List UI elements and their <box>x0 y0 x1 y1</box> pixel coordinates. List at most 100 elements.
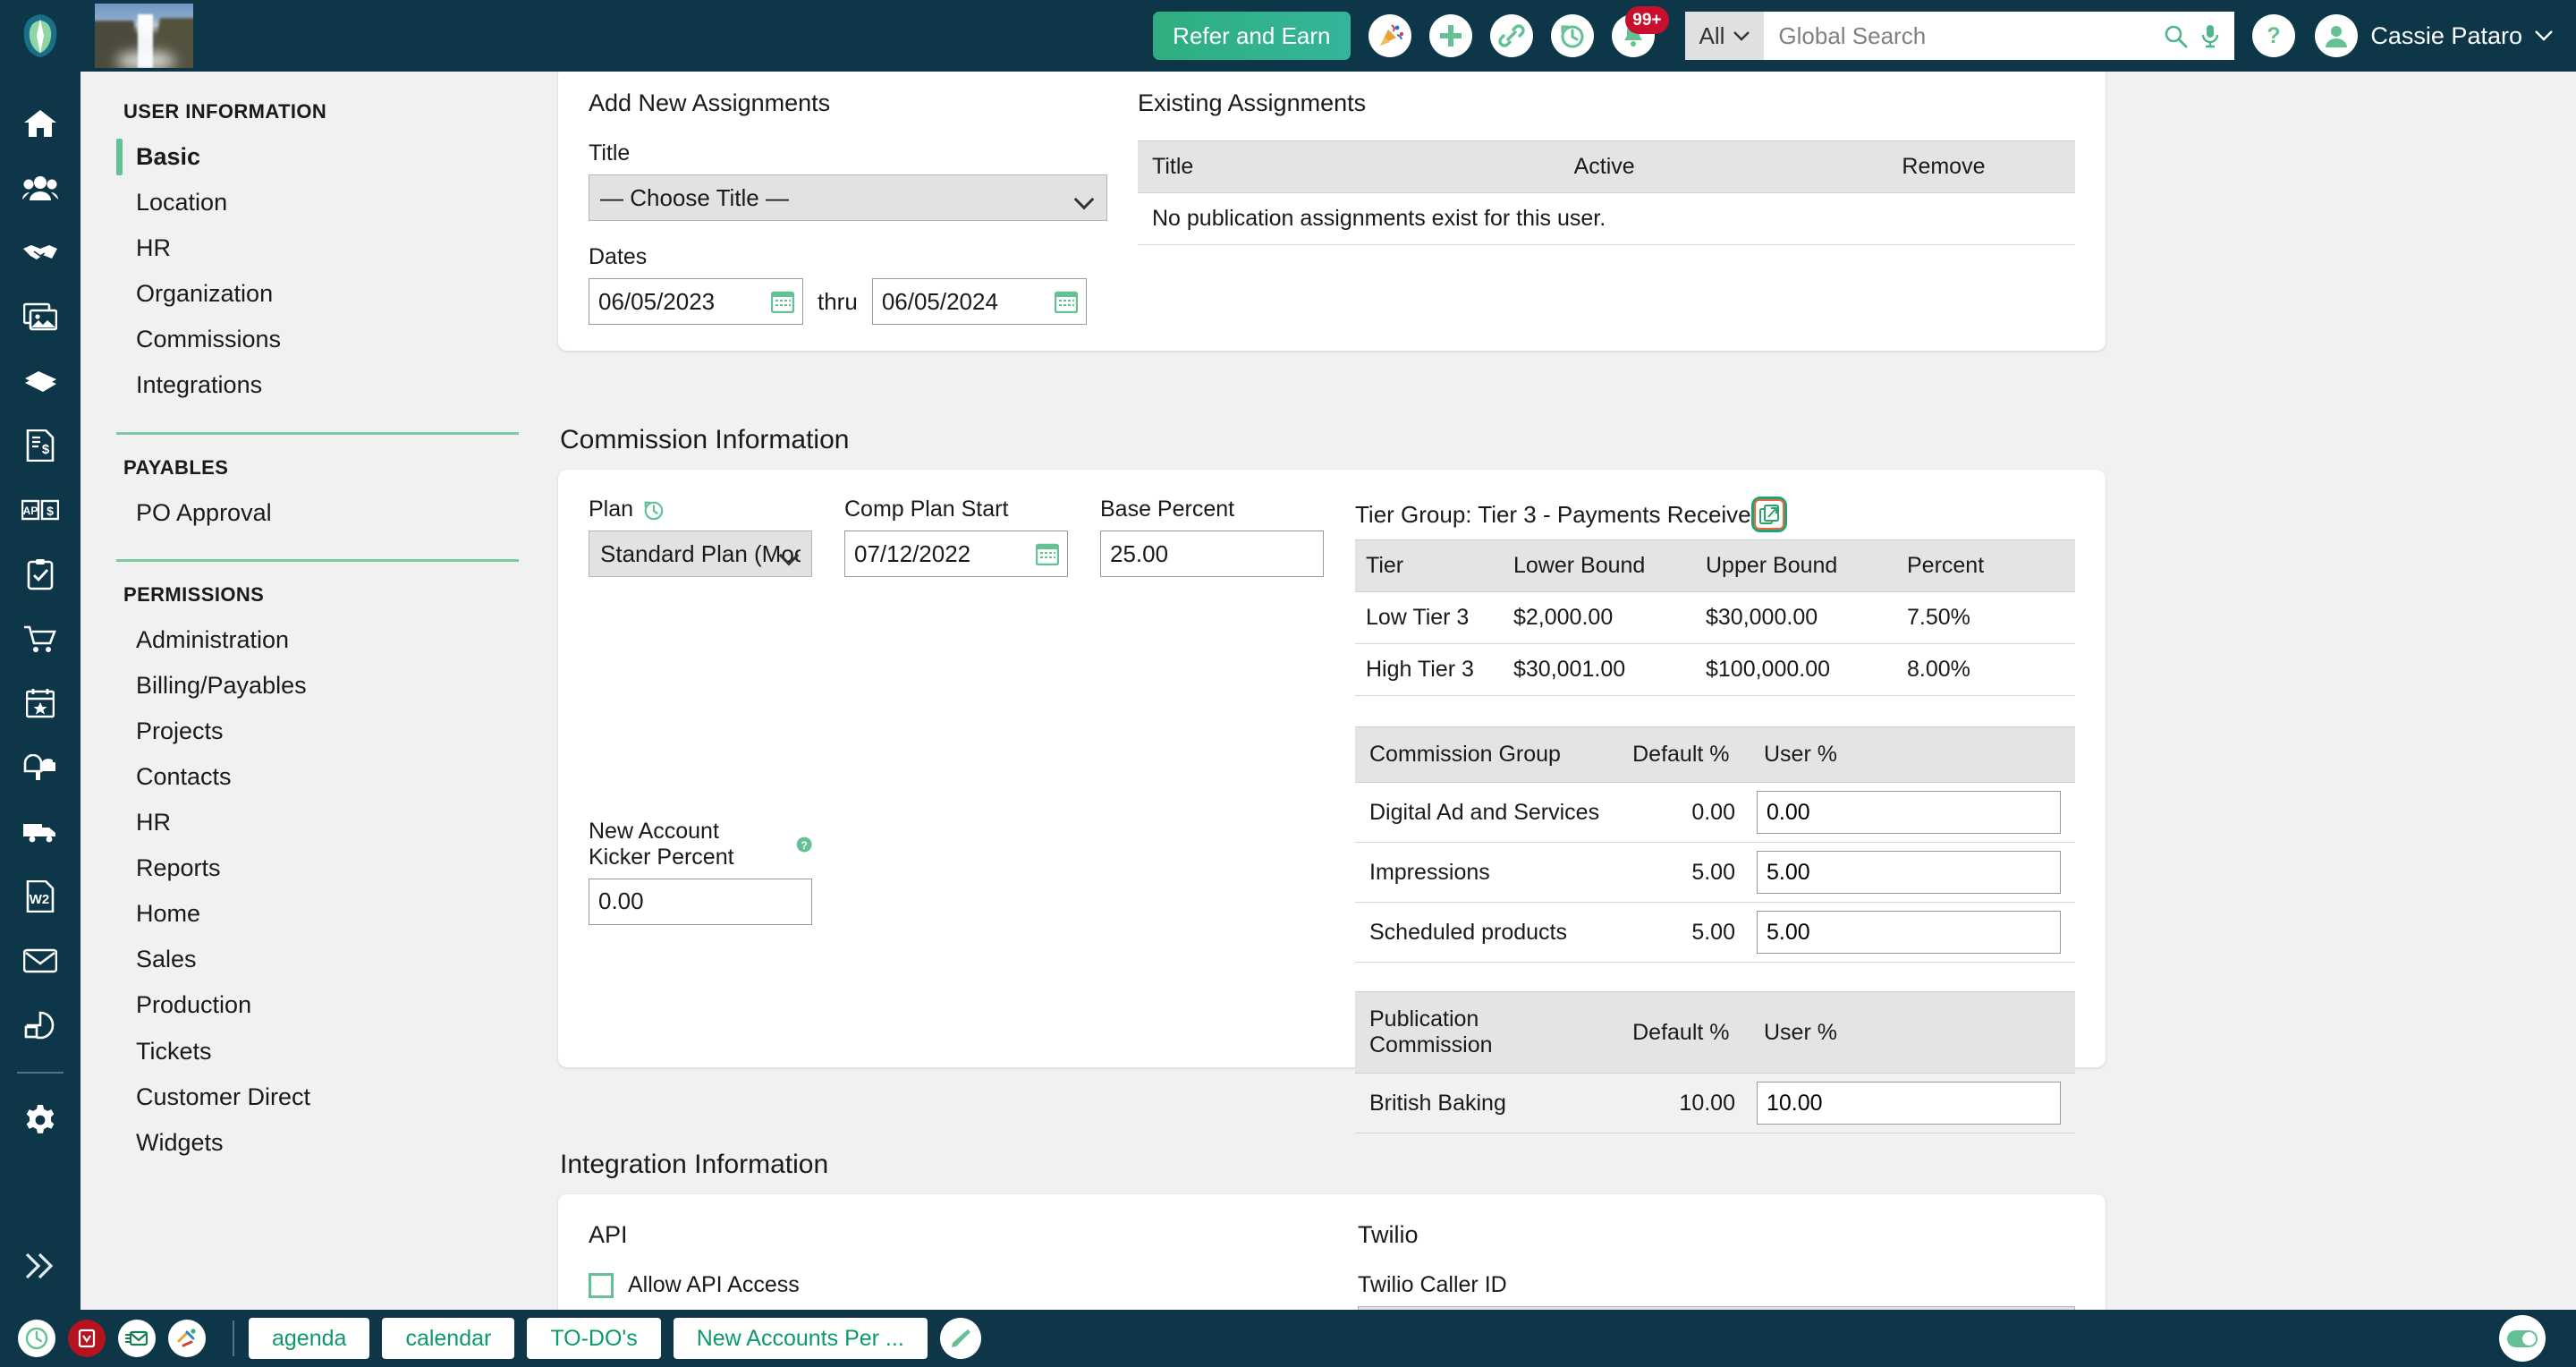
commission-columns: Plan Standard Plan (Model-B) Comp Plan S… <box>589 497 2075 1134</box>
search-input[interactable] <box>1778 21 2149 50</box>
clipboard-check-icon[interactable] <box>0 542 80 607</box>
allow-api-access-checkbox[interactable] <box>589 1272 614 1298</box>
assignments-grid: Add New Assignments Title — Choose Title… <box>589 89 2075 325</box>
sidebar-item-widgets[interactable]: Widgets <box>116 1120 519 1166</box>
publication-name: British Baking <box>1355 1073 1619 1134</box>
unread-mail-icon[interactable] <box>68 1320 106 1357</box>
sidebar-item-billing-payables[interactable]: Billing/Payables <box>116 663 519 709</box>
sidebar-item-location[interactable]: Location <box>116 180 519 225</box>
calendar-star-icon[interactable] <box>0 671 80 735</box>
sidebar-item-hr[interactable]: HR <box>116 225 519 271</box>
sidebar-item-sales[interactable]: Sales <box>116 937 519 982</box>
clock-icon[interactable] <box>18 1320 55 1357</box>
base-percent-input[interactable] <box>1100 531 1324 577</box>
sidebar-item-production[interactable]: Production <box>116 982 519 1028</box>
sidebar-item-label: Customer Direct <box>136 1083 311 1110</box>
group-user-cell <box>1749 782 2075 843</box>
apps-icon[interactable] <box>168 1320 206 1357</box>
date-to-input[interactable] <box>871 278 1087 325</box>
sidebar-item-basic[interactable]: Basic <box>116 134 519 180</box>
sidebar-item-tickets[interactable]: Tickets <box>116 1029 519 1074</box>
title-select[interactable]: — Choose Title — <box>589 174 1107 221</box>
microphone-icon[interactable] <box>2200 23 2220 48</box>
handshake-icon[interactable] <box>0 220 80 284</box>
plan-history-icon[interactable] <box>642 499 664 521</box>
column-lower-bound: Lower Bound <box>1503 539 1695 592</box>
group-default: 0.00 <box>1618 782 1750 843</box>
integration-section: Integration Information API Allow API Ac… <box>558 1150 2106 1325</box>
search-scope-dropdown[interactable]: All <box>1684 12 1765 60</box>
presence-toggle[interactable] <box>2499 1315 2546 1362</box>
people-icon[interactable] <box>0 156 80 220</box>
sidebar-item-home[interactable]: Home <box>116 891 519 937</box>
sidebar-item-hr-permission[interactable]: HR <box>116 800 519 845</box>
group-user-input[interactable] <box>1756 791 2061 834</box>
kicker-label-row: New Account Kicker Percent ? <box>589 819 812 870</box>
sidebar-item-label: Basic <box>136 143 201 170</box>
mailbox-icon[interactable] <box>0 735 80 800</box>
link-icon[interactable] <box>1489 14 1533 57</box>
dates-label: Dates <box>589 244 648 269</box>
truck-icon[interactable] <box>0 800 80 864</box>
tier-upper: $30,000.00 <box>1695 591 1896 644</box>
group-user-input[interactable] <box>1756 911 2061 954</box>
sidebar-item-projects[interactable]: Projects <box>116 709 519 754</box>
accounts-payable-icon[interactable]: AP $ <box>0 478 80 542</box>
sidebar-item-integrations[interactable]: Integrations <box>116 362 519 408</box>
tier-group-popout-icon[interactable] <box>1751 497 1788 532</box>
comp-plan-start-input[interactable] <box>844 531 1068 577</box>
refer-and-earn-button[interactable]: Refer and Earn <box>1153 12 1351 60</box>
kicker-percent-input[interactable] <box>589 878 812 925</box>
taskbar-button-calendar[interactable]: calendar <box>382 1318 515 1359</box>
taskbar-button-agenda[interactable]: agenda <box>249 1318 370 1359</box>
compose-pencil-icon[interactable] <box>939 1318 981 1359</box>
pie-chart-icon[interactable] <box>0 993 80 1057</box>
api-title: API <box>589 1221 628 1248</box>
sidebar-item-po-approval[interactable]: PO Approval <box>116 490 519 536</box>
expand-chevrons-icon[interactable] <box>0 1251 80 1281</box>
sidebar-item-label: Sales <box>136 946 197 973</box>
taskbar-button-todos[interactable]: TO-DO's <box>527 1318 661 1359</box>
table-row-empty: No publication assignments exist for thi… <box>1138 192 2075 245</box>
help-icon[interactable]: ? <box>2252 14 2296 57</box>
publication-user-input[interactable] <box>1756 1082 2061 1125</box>
invoice-icon[interactable]: $ <box>0 413 80 478</box>
company-logo[interactable] <box>0 0 80 72</box>
sidebar-item-label: Commissions <box>136 326 282 353</box>
shopping-cart-icon[interactable] <box>0 607 80 671</box>
notifications-bell-icon[interactable]: 99+ <box>1611 6 1669 57</box>
gear-icon[interactable] <box>0 1088 80 1152</box>
w2-document-icon[interactable]: W2 <box>0 864 80 929</box>
sidebar-item-customer-direct[interactable]: Customer Direct <box>116 1074 519 1120</box>
commission-section: Commission Information Plan Standard Pla… <box>558 425 2106 1134</box>
add-new-assignments-title: Add New Assignments <box>589 89 831 116</box>
plan-select[interactable]: Standard Plan (Model-B) <box>589 531 812 577</box>
taskbar-button-new-accounts[interactable]: New Accounts Per ... <box>673 1318 928 1359</box>
history-clock-icon[interactable] <box>1550 14 1594 57</box>
help-circle-icon[interactable]: ? <box>796 833 812 856</box>
date-from-input[interactable] <box>589 278 803 325</box>
table-row: Impressions 5.00 <box>1355 842 2075 903</box>
sidebar-item-administration[interactable]: Administration <box>116 617 519 663</box>
home-icon[interactable] <box>0 91 80 156</box>
chevron-down-icon <box>2535 30 2553 41</box>
group-user-input[interactable] <box>1756 851 2061 894</box>
existing-assignments-table: Title Active Remove No publication assig… <box>1138 140 2075 245</box>
envelope-icon[interactable] <box>0 929 80 993</box>
column-active: Active <box>1559 140 1888 193</box>
add-plus-icon[interactable] <box>1428 14 1472 57</box>
search-icon[interactable] <box>2163 23 2188 48</box>
sidebar-item-organization[interactable]: Organization <box>116 271 519 317</box>
mail-sent-icon[interactable] <box>118 1320 156 1357</box>
sidebar-item-contacts[interactable]: Contacts <box>116 754 519 800</box>
user-menu[interactable]: Cassie Pataro <box>2315 14 2553 57</box>
party-popper-icon[interactable] <box>1368 14 1411 57</box>
plan-select-wrap: Standard Plan (Model-B) <box>589 531 812 577</box>
sidebar-item-reports[interactable]: Reports <box>116 845 519 891</box>
ticket-icon[interactable] <box>0 349 80 413</box>
media-images-icon[interactable] <box>0 284 80 349</box>
sidebar-item-commissions[interactable]: Commissions <box>116 317 519 362</box>
table-row: Low Tier 3 $2,000.00 $30,000.00 7.50% <box>1355 591 2075 644</box>
icon-rail: $ AP $ W2 <box>0 72 80 1367</box>
tier-upper: $100,000.00 <box>1695 643 1896 696</box>
